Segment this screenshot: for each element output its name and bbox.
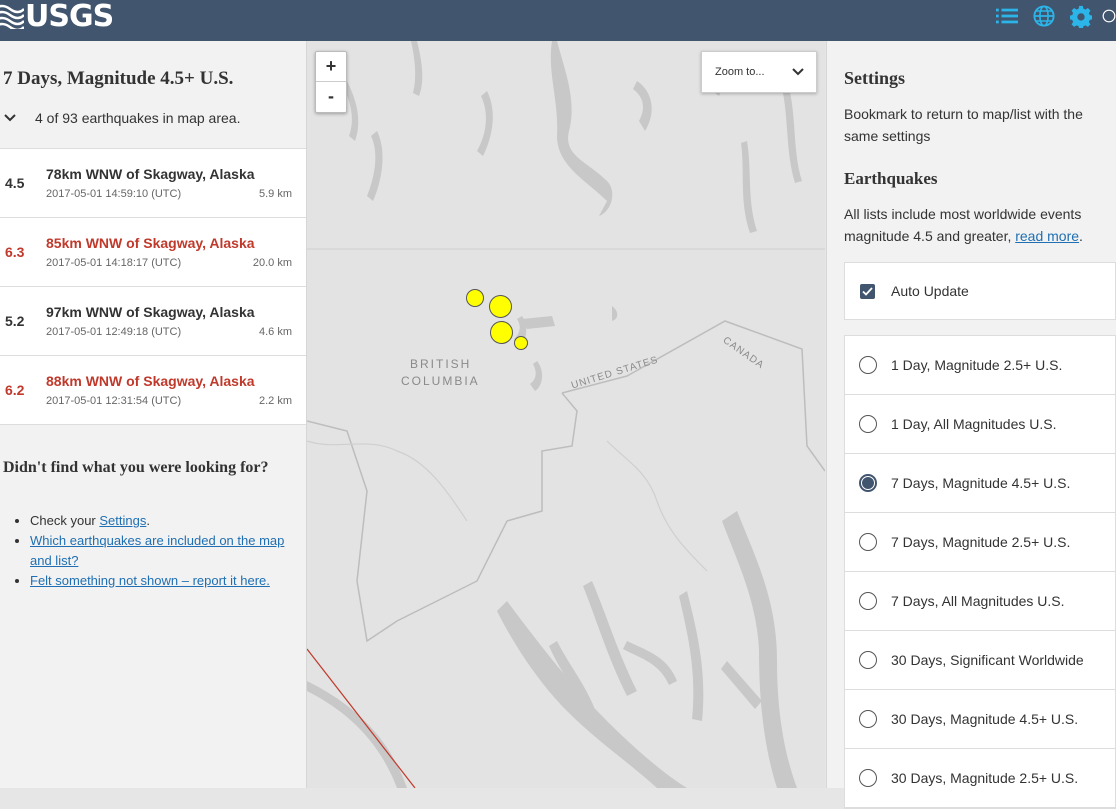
map-label-columbia: COLUMBIA (401, 374, 480, 388)
earthquake-item[interactable]: 4.5 78km WNW of Skagway, Alaska 2017-05-… (0, 149, 306, 218)
settings-title: Settings (844, 68, 906, 88)
feed-label: 7 Days, Magnitude 4.5+ U.S. (891, 475, 1071, 491)
feed-option[interactable]: 7 Days, Magnitude 2.5+ U.S. (845, 513, 1115, 572)
depth: 2.2 km (258, 395, 292, 407)
map-label-british: BRITISH (410, 357, 472, 371)
magnitude: 6.2 (5, 382, 25, 398)
depth: 4.6 km (258, 326, 292, 338)
chevron-down-icon[interactable] (3, 111, 17, 125)
radio-button[interactable] (859, 651, 877, 669)
map-view[interactable]: BRITISH COLUMBIA CANADA UNITED STATES + … (307, 41, 825, 788)
zoom-out-button[interactable]: - (316, 82, 346, 111)
map-basemap (307, 41, 825, 788)
feed-label: 1 Day, All Magnitudes U.S. (891, 416, 1057, 432)
help-heading: Didn't find what you were looking for? (3, 459, 269, 476)
timestamp: 2017-05-01 14:59:10 (UTC) (46, 188, 182, 200)
feed-label: 1 Day, Magnitude 2.5+ U.S. (891, 357, 1063, 373)
feed-option[interactable]: 30 Days, Magnitude 4.5+ U.S. (845, 690, 1115, 749)
lists-description: All lists include most worldwide events … (844, 203, 1109, 247)
zoom-control: + - (315, 51, 347, 113)
location: 97km WNW of Skagway, Alaska (46, 304, 255, 320)
radio-button[interactable] (859, 592, 877, 610)
gear-icon[interactable] (1070, 5, 1092, 28)
earthquake-list-panel: 7 Days, Magnitude 4.5+ U.S. 4 of 93 eart… (0, 41, 307, 788)
timestamp: 2017-05-01 12:49:18 (UTC) (46, 326, 182, 338)
earthquake-marker[interactable] (489, 295, 512, 318)
help-item: Check your Settings. (30, 511, 294, 531)
check-prefix: Check your (30, 513, 100, 528)
earthquake-list: 4.5 78km WNW of Skagway, Alaska 2017-05-… (0, 148, 306, 425)
feed-option[interactable]: 1 Day, All Magnitudes U.S. (845, 395, 1115, 454)
settings-link[interactable]: Settings (99, 513, 146, 528)
radio-button-selected[interactable] (859, 474, 877, 492)
help-item: Felt something not shown – report it her… (30, 571, 294, 591)
earthquakes-heading: Earthquakes (844, 169, 938, 188)
info-icon[interactable] (1102, 5, 1116, 27)
read-more-link[interactable]: read more (1015, 228, 1079, 244)
feed-option[interactable]: 7 Days, Magnitude 4.5+ U.S. (845, 454, 1115, 513)
which-earthquakes-link[interactable]: Which earthquakes are included on the ma… (30, 533, 284, 568)
feed-option[interactable]: 30 Days, Magnitude 2.5+ U.S. (845, 749, 1115, 808)
usgs-logo[interactable]: USGS (0, 0, 114, 34)
feed-label: 7 Days, All Magnitudes U.S. (891, 593, 1065, 609)
zoom-in-button[interactable]: + (316, 52, 346, 82)
auto-update-checkbox[interactable] (860, 283, 875, 299)
location: 78km WNW of Skagway, Alaska (46, 166, 255, 182)
magnitude: 6.3 (5, 244, 25, 260)
feed-radio-list: 1 Day, Magnitude 2.5+ U.S. 1 Day, All Ma… (844, 335, 1116, 809)
earthquake-marker[interactable] (514, 336, 528, 350)
feed-option[interactable]: 30 Days, Significant Worldwide (845, 631, 1115, 690)
radio-button[interactable] (859, 415, 877, 433)
zoom-to-dropdown[interactable]: Zoom to... (701, 51, 817, 93)
location: 85km WNW of Skagway, Alaska (46, 235, 255, 251)
feed-option[interactable]: 7 Days, All Magnitudes U.S. (845, 572, 1115, 631)
app-header: USGS (0, 0, 1116, 41)
list-title: 7 Days, Magnitude 4.5+ U.S. (3, 68, 234, 89)
location: 88km WNW of Skagway, Alaska (46, 373, 255, 389)
magnitude: 4.5 (5, 175, 25, 191)
lists-text-suffix: . (1079, 228, 1083, 244)
depth: 5.9 km (258, 188, 292, 200)
count-row: 4 of 93 earthquakes in map area. (3, 110, 240, 126)
zoom-to-label: Zoom to... (715, 66, 765, 78)
chevron-down-icon (792, 68, 804, 76)
magnitude: 5.2 (5, 313, 25, 329)
help-list: Check your Settings. Which earthquakes a… (12, 511, 294, 591)
radio-button[interactable] (859, 356, 877, 374)
felt-report-link[interactable]: Felt something not shown – report it her… (30, 573, 270, 588)
bookmark-text: Bookmark to return to map/list with the … (844, 106, 1083, 144)
radio-button[interactable] (859, 710, 877, 728)
auto-update-label: Auto Update (891, 283, 969, 299)
usgs-wave-icon (0, 4, 24, 29)
earthquake-marker[interactable] (490, 321, 513, 344)
earthquake-marker[interactable] (466, 289, 484, 307)
feed-label: 30 Days, Magnitude 2.5+ U.S. (891, 770, 1079, 786)
checkmark-icon (862, 286, 873, 296)
earthquake-item[interactable]: 6.3 85km WNW of Skagway, Alaska 2017-05-… (0, 218, 306, 287)
settings-panel: Settings Bookmark to return to map/list … (826, 41, 1116, 809)
globe-icon[interactable] (1033, 5, 1055, 27)
feed-label: 30 Days, Magnitude 4.5+ U.S. (891, 711, 1079, 727)
list-icon[interactable] (996, 5, 1018, 27)
depth: 20.0 km (252, 257, 292, 269)
logo-text: USGS (25, 0, 114, 34)
radio-button[interactable] (859, 533, 877, 551)
feed-option[interactable]: 1 Day, Magnitude 2.5+ U.S. (845, 336, 1115, 395)
radio-button[interactable] (859, 769, 877, 787)
auto-update-toggle[interactable]: Auto Update (844, 262, 1116, 320)
feed-label: 30 Days, Significant Worldwide (891, 652, 1084, 668)
feed-label: 7 Days, Magnitude 2.5+ U.S. (891, 534, 1071, 550)
count-text: 4 of 93 earthquakes in map area. (35, 110, 241, 126)
timestamp: 2017-05-01 14:18:17 (UTC) (46, 257, 182, 269)
earthquake-item[interactable]: 6.2 88km WNW of Skagway, Alaska 2017-05-… (0, 356, 306, 425)
check-suffix: . (146, 513, 150, 528)
earthquake-item[interactable]: 5.2 97km WNW of Skagway, Alaska 2017-05-… (0, 287, 306, 356)
timestamp: 2017-05-01 12:31:54 (UTC) (46, 395, 182, 407)
help-item: Which earthquakes are included on the ma… (30, 531, 294, 571)
